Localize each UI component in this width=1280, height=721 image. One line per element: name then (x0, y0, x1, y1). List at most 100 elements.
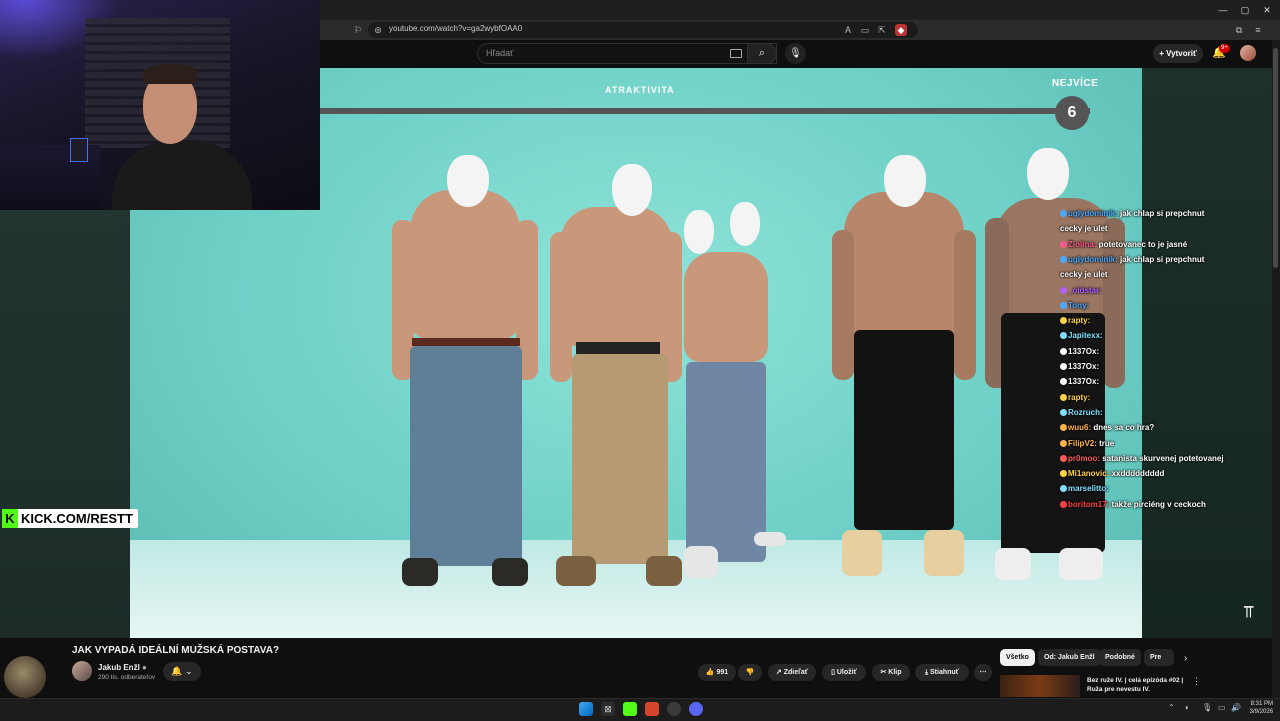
kick-logo-icon: K (2, 509, 18, 528)
thumbs-up-icon: 👍 (705, 669, 717, 676)
menu-icon[interactable]: ≡ (1252, 24, 1264, 36)
create-label: Vytvoriť (1166, 49, 1197, 58)
scrollbar-thumb[interactable] (1273, 48, 1278, 268)
chip-from-channel[interactable]: Od: Jakub Enžl (1038, 649, 1101, 666)
recommended-thumbnail[interactable] (1000, 675, 1080, 697)
chat-username: uglydominik: (1068, 254, 1118, 264)
chat-message: uglydominik: jak chlap si prepchnut (1060, 208, 1204, 219)
chat-message: Tony: (1060, 300, 1089, 311)
kick-app-icon[interactable] (623, 702, 637, 716)
like-count: 991 (716, 669, 729, 676)
chevron-right-icon[interactable]: › (1184, 653, 1187, 664)
chat-message: FilipV2: true (1060, 438, 1114, 449)
display-tray-icon[interactable]: ▭ (1218, 703, 1226, 712)
chat-username: marselitto: (1068, 484, 1109, 494)
verified-icon: ● (142, 663, 147, 672)
url-text[interactable]: youtube.com/watch?v=ga2wybfOAA0 (389, 24, 522, 33)
chat-message: uglydominik: jak chlap si prepchnut (1060, 254, 1204, 265)
chat-username: wuu6: (1068, 423, 1092, 433)
chat-username: rapty: (1068, 392, 1091, 402)
streamer-shoulders (112, 140, 252, 210)
tray-app-icon[interactable]: ◐ (1185, 703, 1190, 712)
create-button[interactable]: + Vytvoriť (1153, 44, 1203, 63)
recommended-more-icon[interactable]: ⋮ (1192, 676, 1201, 687)
maximize-button[interactable]: ▢ (1238, 3, 1252, 17)
more-actions-button[interactable]: ⋯ (974, 664, 992, 681)
microphone-button[interactable]: 🎙 (785, 43, 806, 64)
clip-label: Klip (888, 669, 902, 676)
chat-text: xxddddddddd (1109, 469, 1165, 479)
person-5 (985, 138, 1125, 588)
chat-message: cecky je ulet (1060, 269, 1108, 280)
chat-badge-icon (1060, 424, 1067, 432)
save-button[interactable]: ▯ Uložiť (822, 664, 866, 681)
download-button[interactable]: ⤓ Stiahnuť (915, 664, 969, 681)
chat-message: Mi1anovic: xxddddddddd (1060, 468, 1164, 479)
chat-username: FilipV2: (1068, 438, 1097, 448)
chip-all[interactable]: Všetko (1000, 649, 1035, 666)
chat-text: cecky je ulet (1060, 270, 1108, 280)
video-title: JAK VYPADÁ IDEÁLNÍ MUŽSKÁ POSTAVA? (72, 645, 280, 656)
chat-username: pr0moo: (1068, 453, 1100, 463)
bar-top-label: NEJVÍCE (1052, 78, 1099, 89)
volume-icon[interactable]: 🔊 (1231, 703, 1241, 712)
tray-chevron-icon[interactable]: ⌃ (1168, 703, 1175, 712)
chat-message: 1337Ox: (1060, 361, 1099, 372)
minimize-button[interactable]: — (1216, 3, 1230, 17)
brave-shield-icon[interactable]: ◆ (895, 24, 907, 36)
person-1 (392, 150, 538, 590)
chat-badge-icon (1060, 210, 1067, 217)
chat-username: 1337Ox: (1068, 362, 1100, 371)
chat-badge-icon (1060, 454, 1067, 462)
site-info-icon[interactable]: ⊜ (372, 24, 384, 36)
bell-icon: 🔔 (171, 666, 183, 676)
channel-avatar[interactable] (72, 661, 92, 681)
chat-username: 1337Ox: (1068, 377, 1100, 387)
translate-icon[interactable]: A (842, 24, 854, 36)
extensions-icon[interactable]: ⧉ (1233, 24, 1245, 36)
notifications-badge: 9+ (1219, 44, 1230, 53)
share-button[interactable]: ↗ Zdieľať (768, 664, 816, 681)
channel-name[interactable]: Jakub Enžl ● (98, 663, 147, 672)
mic-tray-icon[interactable]: 🎙 (1202, 703, 1212, 712)
brave-browser-icon[interactable] (645, 702, 659, 716)
share-page-icon[interactable]: ⇱ (876, 24, 888, 36)
recommended-title[interactable]: Bez ruže IV. | celá epizóda #02 | Ruža p… (1087, 676, 1187, 694)
system-clock[interactable]: 8:31 PM 3/9/2026 (1243, 700, 1273, 716)
clip-button[interactable]: ✂ Klip (872, 664, 910, 681)
chat-message: cecky je ulet (1060, 223, 1108, 234)
subscribed-bell-button[interactable]: 🔔 ⌄ (163, 662, 201, 681)
bookmark-icon[interactable]: ⚐ (352, 24, 364, 36)
start-windows-icon[interactable] (579, 702, 593, 716)
task-view-icon[interactable]: ⊠ (601, 702, 615, 716)
chat-message: rapty: (1060, 392, 1090, 403)
channel-watermark-icon[interactable]: ⫪ (1244, 604, 1253, 622)
reader-icon[interactable]: ▭ (859, 24, 871, 36)
clock-date: 3/9/2026 (1249, 709, 1273, 715)
search-button[interactable]: ⌕ (747, 43, 777, 64)
chat-message: boritom17: takže pirciéng v ceckoch (1060, 499, 1206, 510)
chat-message: Ziolina: potetovanec to je jasné (1060, 239, 1187, 250)
chat-badge-icon (1060, 317, 1067, 325)
chip-for-you[interactable]: Pre vás (1144, 649, 1174, 666)
chat-badge-icon (1060, 393, 1067, 401)
discord-icon[interactable] (689, 702, 703, 716)
chat-badge-icon (1060, 439, 1067, 447)
chat-message: pr0moo: satanista skurvenej potetovanej (1060, 453, 1224, 464)
search-placeholder: Hľadať (486, 48, 514, 58)
chat-badge-icon (1060, 255, 1067, 263)
chat-message: Japitexx: (1060, 330, 1103, 341)
account-avatar[interactable] (1240, 45, 1256, 61)
chat-message: 1337Ox: (1060, 376, 1099, 387)
keyboard-icon[interactable] (730, 49, 742, 58)
obs-icon[interactable] (667, 702, 681, 716)
chat-text: satanista skurvenej potetovanej (1100, 453, 1224, 463)
dislike-button[interactable]: 👎 (738, 664, 762, 681)
person-4 (832, 150, 977, 590)
chip-related[interactable]: Podobné (1099, 649, 1141, 666)
chat-username: boritom17: (1068, 499, 1110, 509)
chat-badge-icon (1060, 408, 1067, 416)
chat-message: _oldstar: (1060, 285, 1102, 296)
like-button[interactable]: 👍 991 (698, 664, 736, 681)
close-window-button[interactable]: ✕ (1260, 3, 1274, 17)
